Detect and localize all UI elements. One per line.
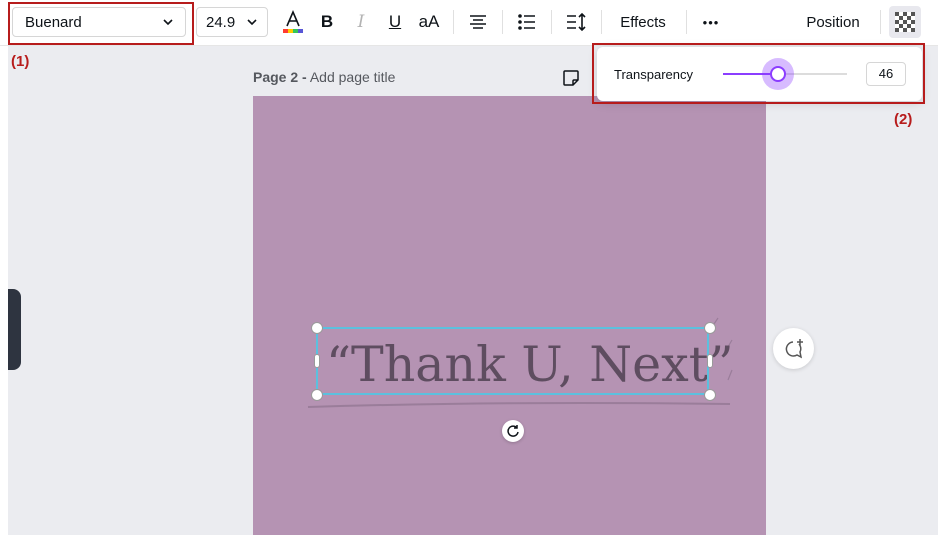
- rotate-button[interactable]: [502, 420, 524, 442]
- font-size-value: 24.9: [206, 13, 236, 31]
- side-panel-toggle[interactable]: [8, 289, 21, 370]
- toolbar-divider: [880, 10, 881, 34]
- toolbar-divider: [551, 10, 552, 34]
- selection-box: [316, 327, 709, 395]
- toolbar-divider: [502, 10, 503, 34]
- underline-button[interactable]: U: [386, 8, 404, 36]
- annotation-box-1: [8, 2, 194, 45]
- line-spacing-icon: [567, 12, 586, 32]
- italic-button[interactable]: I: [352, 8, 370, 36]
- align-button[interactable]: [467, 8, 489, 36]
- spacing-button[interactable]: [564, 8, 588, 36]
- more-options-button[interactable]: •••: [698, 8, 724, 36]
- position-button[interactable]: Position: [802, 8, 864, 36]
- text-color-icon: [283, 9, 303, 33]
- text-color-button[interactable]: [280, 8, 306, 36]
- resize-handle-top-left[interactable]: [311, 322, 323, 334]
- list-button[interactable]: [516, 8, 538, 36]
- resize-handle-left[interactable]: [314, 354, 320, 368]
- annotation-label-2: (2): [894, 111, 913, 128]
- page-note-icon[interactable]: [562, 69, 580, 87]
- resize-handle-bottom-left[interactable]: [311, 389, 323, 401]
- toolbar-divider: [453, 10, 454, 34]
- add-comment-icon: [785, 338, 803, 358]
- checkerboard-transparency-icon: [895, 12, 915, 32]
- bullet-list-icon: [518, 14, 535, 30]
- annotation-box-2: [592, 43, 925, 104]
- toolbar-divider: [686, 10, 687, 34]
- page-title: Page 2 - Add page title: [253, 69, 395, 85]
- effects-button[interactable]: Effects: [616, 8, 670, 36]
- bold-button[interactable]: B: [318, 8, 336, 36]
- transparency-button[interactable]: [889, 6, 921, 38]
- resize-handle-right[interactable]: [707, 354, 713, 368]
- font-size-dropdown[interactable]: 24.9: [196, 7, 268, 37]
- resize-handle-bottom-right[interactable]: [704, 389, 716, 401]
- page-number-label: Page 2 -: [253, 69, 307, 85]
- annotation-label-1: (1): [11, 53, 30, 70]
- toolbar-divider: [601, 10, 602, 34]
- align-center-icon: [470, 15, 486, 29]
- left-panel-edge: [0, 46, 8, 535]
- chevron-down-icon: [247, 19, 257, 26]
- add-comment-button[interactable]: [773, 328, 814, 369]
- letter-case-button[interactable]: aA: [416, 8, 442, 36]
- rotate-icon: [507, 425, 519, 437]
- resize-handle-top-right[interactable]: [704, 322, 716, 334]
- page-title-input[interactable]: Add page title: [310, 69, 396, 85]
